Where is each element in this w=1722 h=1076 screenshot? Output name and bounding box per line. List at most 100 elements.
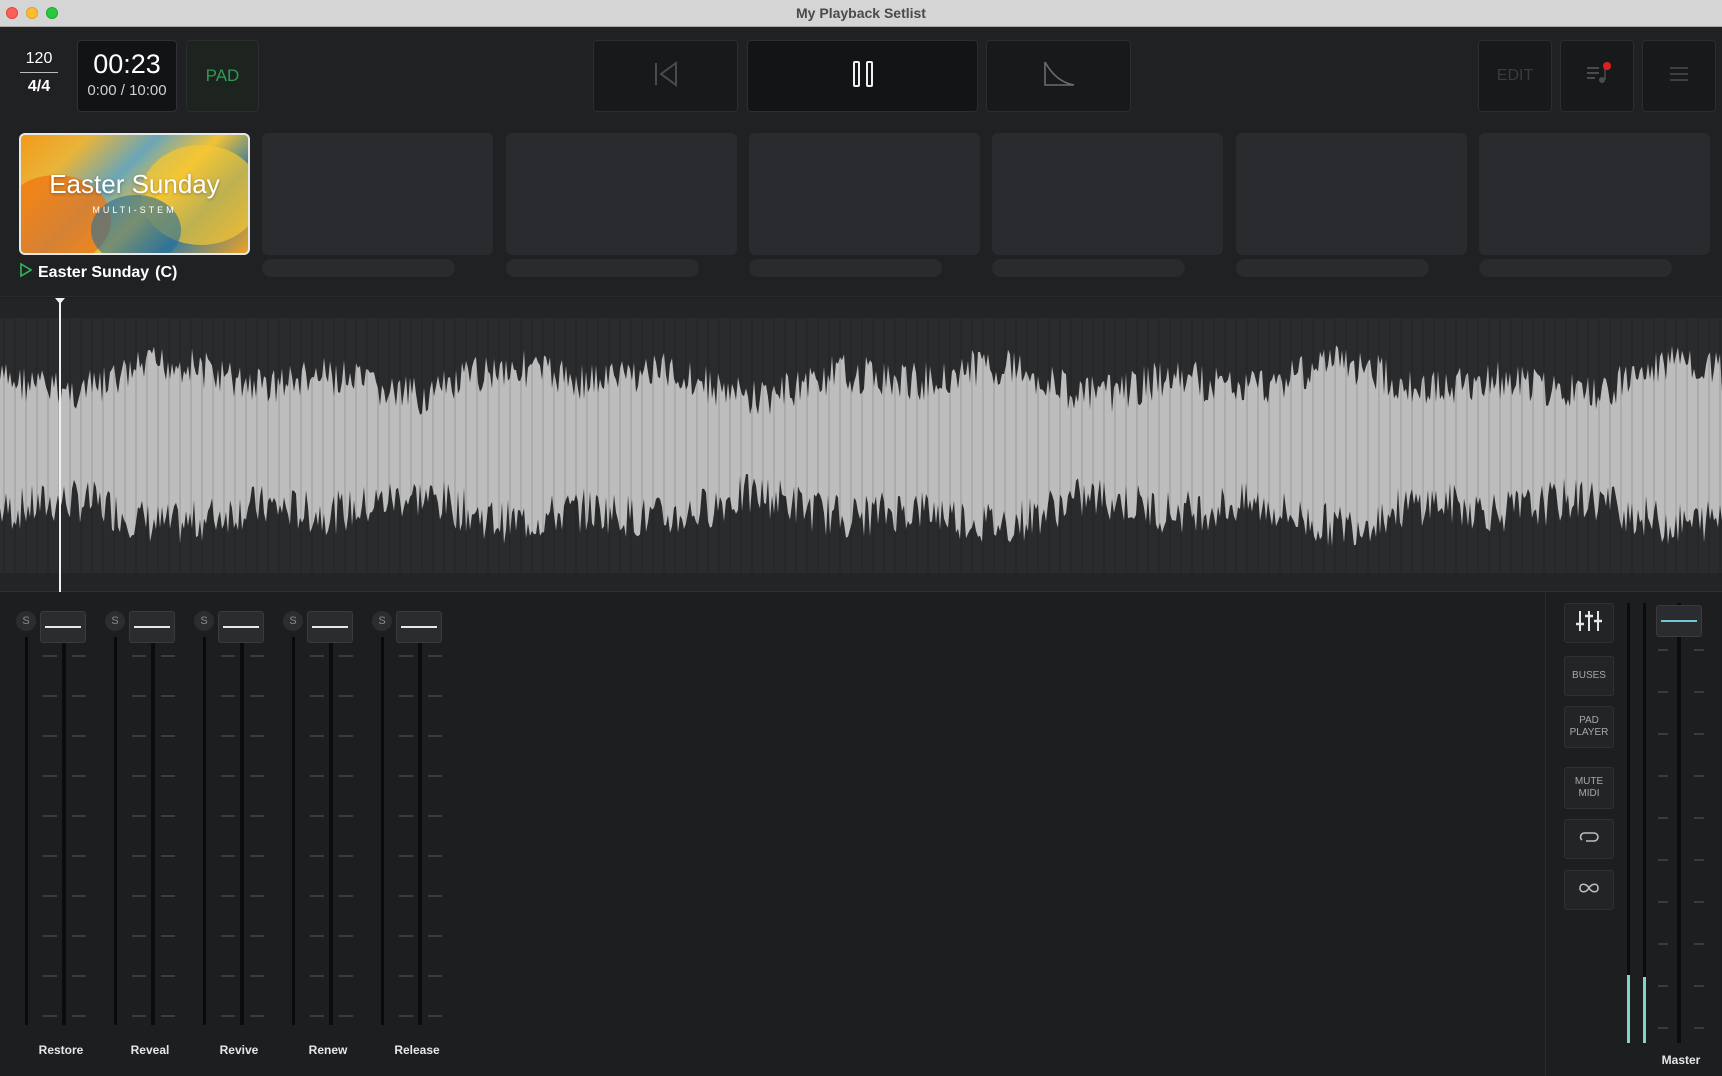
fader-scale-tick (72, 655, 86, 657)
fader-scale-tick (428, 815, 442, 817)
fader-scale-tick (72, 935, 86, 937)
fader-scale-tick (428, 775, 442, 777)
fader-scale-tick (221, 895, 235, 897)
fader-scale-tick (1658, 691, 1668, 693)
fader-scale-tick (1694, 1027, 1704, 1029)
master-meter-left (1627, 603, 1630, 1043)
volume-fader[interactable] (129, 611, 175, 643)
solo-button[interactable]: S (372, 611, 392, 631)
fader-scale-tick (399, 1015, 413, 1017)
fader-scale-tick (72, 775, 86, 777)
window-title: My Playback Setlist (796, 5, 926, 21)
tempo-display[interactable]: 120 4/4 (20, 50, 58, 96)
fader-scale-tick (132, 655, 146, 657)
fader-scale-tick (43, 655, 57, 657)
fader-scale-tick (250, 855, 264, 857)
meter-fill (1627, 975, 1630, 1043)
song-slot-label-placeholder (1236, 259, 1429, 277)
pad-button[interactable]: PAD (186, 40, 259, 112)
fade-out-icon (1042, 60, 1076, 93)
solo-button[interactable]: S (283, 611, 303, 631)
fader-scale-tick (132, 1015, 146, 1017)
fader-scale-tick (132, 855, 146, 857)
volume-fader[interactable] (396, 611, 442, 643)
mixer-settings-button[interactable] (1564, 603, 1614, 643)
song-slot-empty[interactable] (262, 133, 493, 255)
master-fader-track[interactable] (1677, 603, 1681, 1043)
fader-scale-tick (399, 695, 413, 697)
playhead-handle[interactable] (55, 298, 65, 304)
pad-player-button[interactable]: PAD PLAYER (1564, 706, 1614, 748)
solo-button[interactable]: S (105, 611, 125, 631)
volume-fader[interactable] (218, 611, 264, 643)
fader-scale-tick (221, 735, 235, 737)
edit-button[interactable]: EDIT (1478, 40, 1552, 112)
fader-scale-tick (339, 935, 353, 937)
fader-scale-tick (428, 655, 442, 657)
master-volume-fader[interactable] (1656, 605, 1702, 637)
song-slot-label-placeholder (1479, 259, 1672, 277)
fader-scale-tick (72, 895, 86, 897)
hamburger-icon (1669, 66, 1689, 87)
fader-scale-tick (399, 975, 413, 977)
time-display: 00:23 0:00 / 10:00 (77, 40, 177, 112)
solo-button[interactable]: S (194, 611, 214, 631)
skip-back-icon (652, 60, 680, 93)
playhead[interactable] (59, 298, 61, 592)
artwork-title: Easter Sunday (49, 169, 220, 199)
fader-scale-tick (72, 975, 86, 977)
fader-scale-tick (250, 655, 264, 657)
volume-fader[interactable] (40, 611, 86, 643)
setlist-notes-button[interactable] (1560, 40, 1634, 112)
fader-scale-tick (310, 935, 324, 937)
fader-scale-tick (221, 975, 235, 977)
fader-scale-tick (428, 695, 442, 697)
fader-scale-tick (72, 735, 86, 737)
volume-fader[interactable] (307, 611, 353, 643)
song-slot-empty[interactable] (749, 133, 980, 255)
waveform-timeline[interactable] (0, 298, 1722, 592)
song-card-easter-sunday[interactable]: Easter Sunday MULTI-STEM (19, 133, 250, 255)
fade-out-button[interactable] (986, 40, 1131, 112)
song-slot-empty[interactable] (506, 133, 737, 255)
song-slot-label-placeholder (749, 259, 942, 277)
menu-button[interactable] (1642, 40, 1716, 112)
previous-button[interactable] (593, 40, 738, 112)
channel-label: Restore (38, 1043, 84, 1057)
fader-scale-tick (1658, 733, 1668, 735)
loop-button[interactable] (1564, 819, 1614, 859)
fader-scale-tick (221, 935, 235, 937)
channel-strip-renew: S Renew (283, 593, 373, 1076)
song-title: Easter Sunday (38, 263, 150, 281)
fader-scale-tick (161, 775, 175, 777)
song-slot-empty[interactable] (1479, 133, 1710, 255)
position-time: 0:00 / 10:00 (87, 82, 167, 99)
solo-button[interactable]: S (16, 611, 36, 631)
fader-scale-tick (399, 895, 413, 897)
infinite-loop-button[interactable] (1564, 870, 1614, 910)
fader-scale-tick (43, 775, 57, 777)
mute-midi-button[interactable]: MUTE MIDI (1564, 767, 1614, 809)
fader-track[interactable] (240, 633, 244, 1025)
fader-scale-tick (1694, 817, 1704, 819)
channel-label: Release (394, 1043, 440, 1057)
song-slot-empty[interactable] (992, 133, 1223, 255)
fader-track[interactable] (329, 633, 333, 1025)
fader-scale-tick (399, 655, 413, 657)
fader-scale-tick (72, 855, 86, 857)
fader-scale-tick (1694, 985, 1704, 987)
fader-scale-tick (339, 695, 353, 697)
loop-icon (1578, 830, 1600, 848)
current-song-label[interactable]: Easter Sunday (C) (20, 262, 177, 282)
waveform-graphic (0, 318, 1722, 573)
channel-strip-restore: S Restore (16, 593, 106, 1076)
buses-button[interactable]: BUSES (1564, 656, 1614, 696)
song-slot-empty[interactable] (1236, 133, 1467, 255)
fader-track[interactable] (418, 633, 422, 1025)
fader-track[interactable] (62, 633, 66, 1025)
pause-button[interactable] (747, 40, 978, 112)
channel-strip-release: S Release (372, 593, 462, 1076)
fader-track[interactable] (151, 633, 155, 1025)
fader-scale-tick (1694, 691, 1704, 693)
song-slot-label-placeholder (262, 259, 455, 277)
